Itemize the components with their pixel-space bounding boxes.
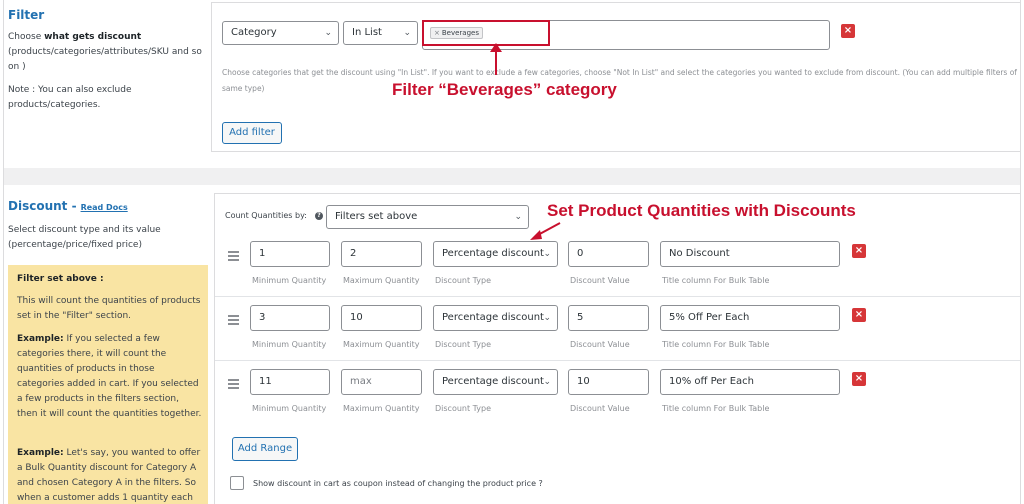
count-quantities-label: Count Quantities by: <box>225 211 307 220</box>
read-docs-link[interactable]: Read Docs <box>81 203 128 212</box>
max-quantity-caption: Maximum Quantity <box>343 276 420 285</box>
min-quantity-input[interactable]: 3 <box>250 305 330 331</box>
discount-type-select[interactable]: Percentage discount ⌄ <box>433 369 558 395</box>
remove-range-button[interactable]: × <box>852 244 866 258</box>
max-quantity-input[interactable]: 2 <box>341 241 422 267</box>
discount-value-caption: Discount Value <box>570 276 630 285</box>
min-quantity-caption: Minimum Quantity <box>252 340 327 349</box>
drag-handle-icon[interactable] <box>228 379 239 391</box>
info-box-example-1: Example: If you selected a few categorie… <box>17 334 202 419</box>
count-info-box: Filter set above : This will count the q… <box>8 265 208 504</box>
annotation-arrow-head-icon <box>490 43 502 52</box>
chevron-down-icon: ⌄ <box>543 249 551 259</box>
discount-type-select[interactable]: Percentage discount ⌄ <box>433 305 558 331</box>
bulk-title-caption: Title column For Bulk Table <box>662 276 770 285</box>
info-box-paragraph: This will count the quantities of produc… <box>17 296 201 321</box>
filter-type-select[interactable]: Category ⌄ <box>222 21 339 45</box>
chevron-down-icon: ⌄ <box>543 377 551 387</box>
row-divider <box>215 296 1020 297</box>
discount-value-input[interactable]: 5 <box>568 305 649 331</box>
filter-description: Choose what gets discount (products/cate… <box>8 32 202 72</box>
coupon-checkbox[interactable] <box>230 476 244 490</box>
chevron-down-icon: ⌄ <box>543 313 551 323</box>
annotation-discount-label: Set Product Quantities with Discounts <box>547 201 856 220</box>
discount-type-caption: Discount Type <box>435 276 492 285</box>
discount-value-input[interactable]: 10 <box>568 369 649 395</box>
min-quantity-input[interactable]: 1 <box>250 241 330 267</box>
info-box-example-2: Example: Let's say, you wanted to offer … <box>17 448 201 503</box>
filter-section-title: Filter <box>8 8 45 22</box>
bulk-table-title-input[interactable]: 10% off Per Each <box>660 369 840 395</box>
min-quantity-caption: Minimum Quantity <box>252 276 327 285</box>
filter-card: Category ⌄ In List ⌄ × Beverages × Choose… <box>211 2 1020 152</box>
discount-description: Select discount type and its value (perc… <box>8 225 161 250</box>
row-divider <box>215 360 1020 361</box>
discount-value-caption: Discount Value <box>570 404 630 413</box>
rule-settings-panel: Filter Choose what gets discount (produc… <box>3 0 1021 504</box>
chevron-down-icon: ⌄ <box>514 212 522 222</box>
bulk-table-title-input[interactable]: No Discount <box>660 241 840 267</box>
max-quantity-input[interactable]: 10 <box>341 305 422 331</box>
discount-value-input[interactable]: 0 <box>568 241 649 267</box>
discount-section-title: Discount - Read Docs <box>8 199 128 213</box>
help-icon[interactable]: ? <box>315 212 323 220</box>
remove-range-button[interactable]: × <box>852 308 866 322</box>
discount-type-select[interactable]: Percentage discount ⌄ <box>433 241 558 267</box>
bulk-table-title-input[interactable]: 5% Off Per Each <box>660 305 840 331</box>
section-separator <box>4 168 1020 185</box>
bulk-title-caption: Title column For Bulk Table <box>662 404 770 413</box>
filter-note: Note : You can also exclude products/cat… <box>8 85 132 110</box>
info-box-heading: Filter set above : <box>17 274 104 284</box>
drag-handle-icon[interactable] <box>228 315 239 327</box>
min-quantity-input[interactable]: 11 <box>250 369 330 395</box>
count-quantities-select[interactable]: Filters set above ⌄ <box>326 205 529 229</box>
filter-hint: Choose categories that get the discount … <box>222 68 1017 93</box>
filter-method-select[interactable]: In List ⌄ <box>343 21 418 45</box>
add-filter-button[interactable]: Add filter <box>222 122 282 144</box>
drag-handle-icon[interactable] <box>228 251 239 263</box>
discount-value-caption: Discount Value <box>570 340 630 349</box>
max-quantity-caption: Maximum Quantity <box>343 340 420 349</box>
annotation-arrow-icon <box>530 222 561 240</box>
annotation-filter-label: Filter “Beverages” category <box>392 80 617 99</box>
bulk-title-caption: Title column For Bulk Table <box>662 340 770 349</box>
chevron-down-icon: ⌄ <box>403 28 411 38</box>
discount-card: Count Quantities by: ? Filters set above… <box>214 193 1020 504</box>
add-range-button[interactable]: Add Range <box>232 437 298 461</box>
max-quantity-input[interactable]: max <box>341 369 422 395</box>
annotation-highlight-box <box>422 20 550 46</box>
chevron-down-icon: ⌄ <box>324 28 332 38</box>
min-quantity-caption: Minimum Quantity <box>252 404 327 413</box>
discount-type-caption: Discount Type <box>435 404 492 413</box>
coupon-checkbox-label: Show discount in cart as coupon instead … <box>253 479 543 488</box>
remove-filter-button[interactable]: × <box>841 24 855 38</box>
discount-type-caption: Discount Type <box>435 340 492 349</box>
max-quantity-caption: Maximum Quantity <box>343 404 420 413</box>
remove-range-button[interactable]: × <box>852 372 866 386</box>
